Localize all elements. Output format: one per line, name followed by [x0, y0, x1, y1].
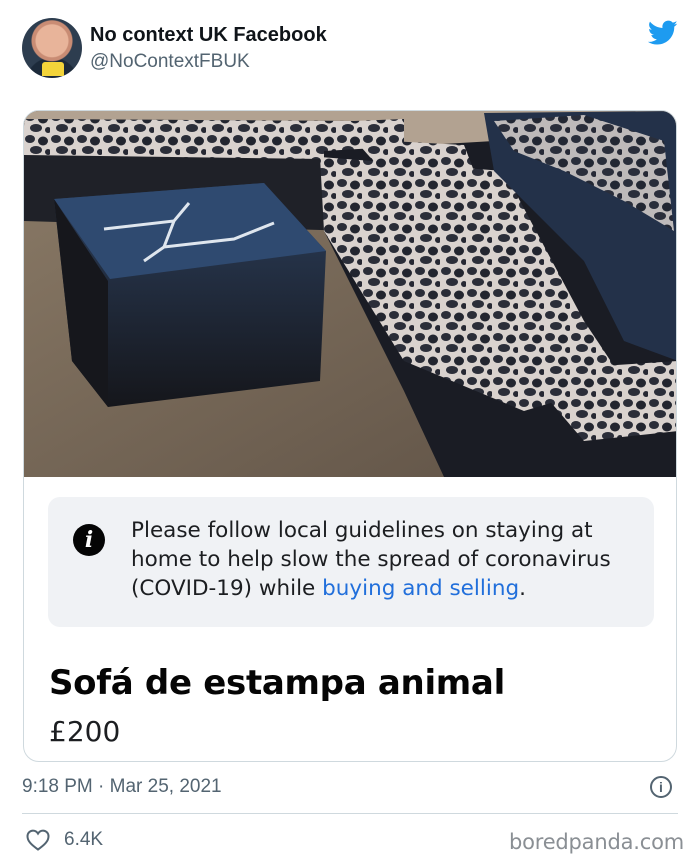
- buying-and-selling-link[interactable]: buying and selling: [322, 576, 519, 601]
- info-icon: i: [73, 524, 105, 556]
- tweet-header: No context UK Facebook @NoContextFBUK: [22, 18, 682, 80]
- notice-text: Please follow local guidelines on stayin…: [131, 516, 631, 603]
- info-circle-icon[interactable]: i: [650, 776, 672, 798]
- user-handle[interactable]: @NoContextFBUK: [90, 51, 250, 73]
- tweet-timestamp[interactable]: 9:18 PM · Mar 25, 2021: [22, 776, 222, 798]
- divider: [22, 813, 678, 814]
- watermark: boredpanda.com: [508, 830, 684, 854]
- twitter-bird-icon[interactable]: [648, 20, 678, 46]
- sofa-photo-illustration: [24, 111, 676, 477]
- listing-price: £200: [49, 715, 121, 748]
- covid-notice: i Please follow local guidelines on stay…: [48, 497, 654, 627]
- listing-card[interactable]: i Please follow local guidelines on stay…: [23, 110, 677, 762]
- like-count: 6.4K: [64, 829, 104, 850]
- avatar[interactable]: [22, 18, 82, 78]
- heart-icon[interactable]: [26, 829, 50, 851]
- user-name[interactable]: No context UK Facebook: [90, 24, 327, 47]
- notice-text-end: .: [519, 576, 526, 601]
- listing-title: Sofá de estampa animal: [49, 663, 505, 703]
- listing-photo[interactable]: [24, 111, 676, 477]
